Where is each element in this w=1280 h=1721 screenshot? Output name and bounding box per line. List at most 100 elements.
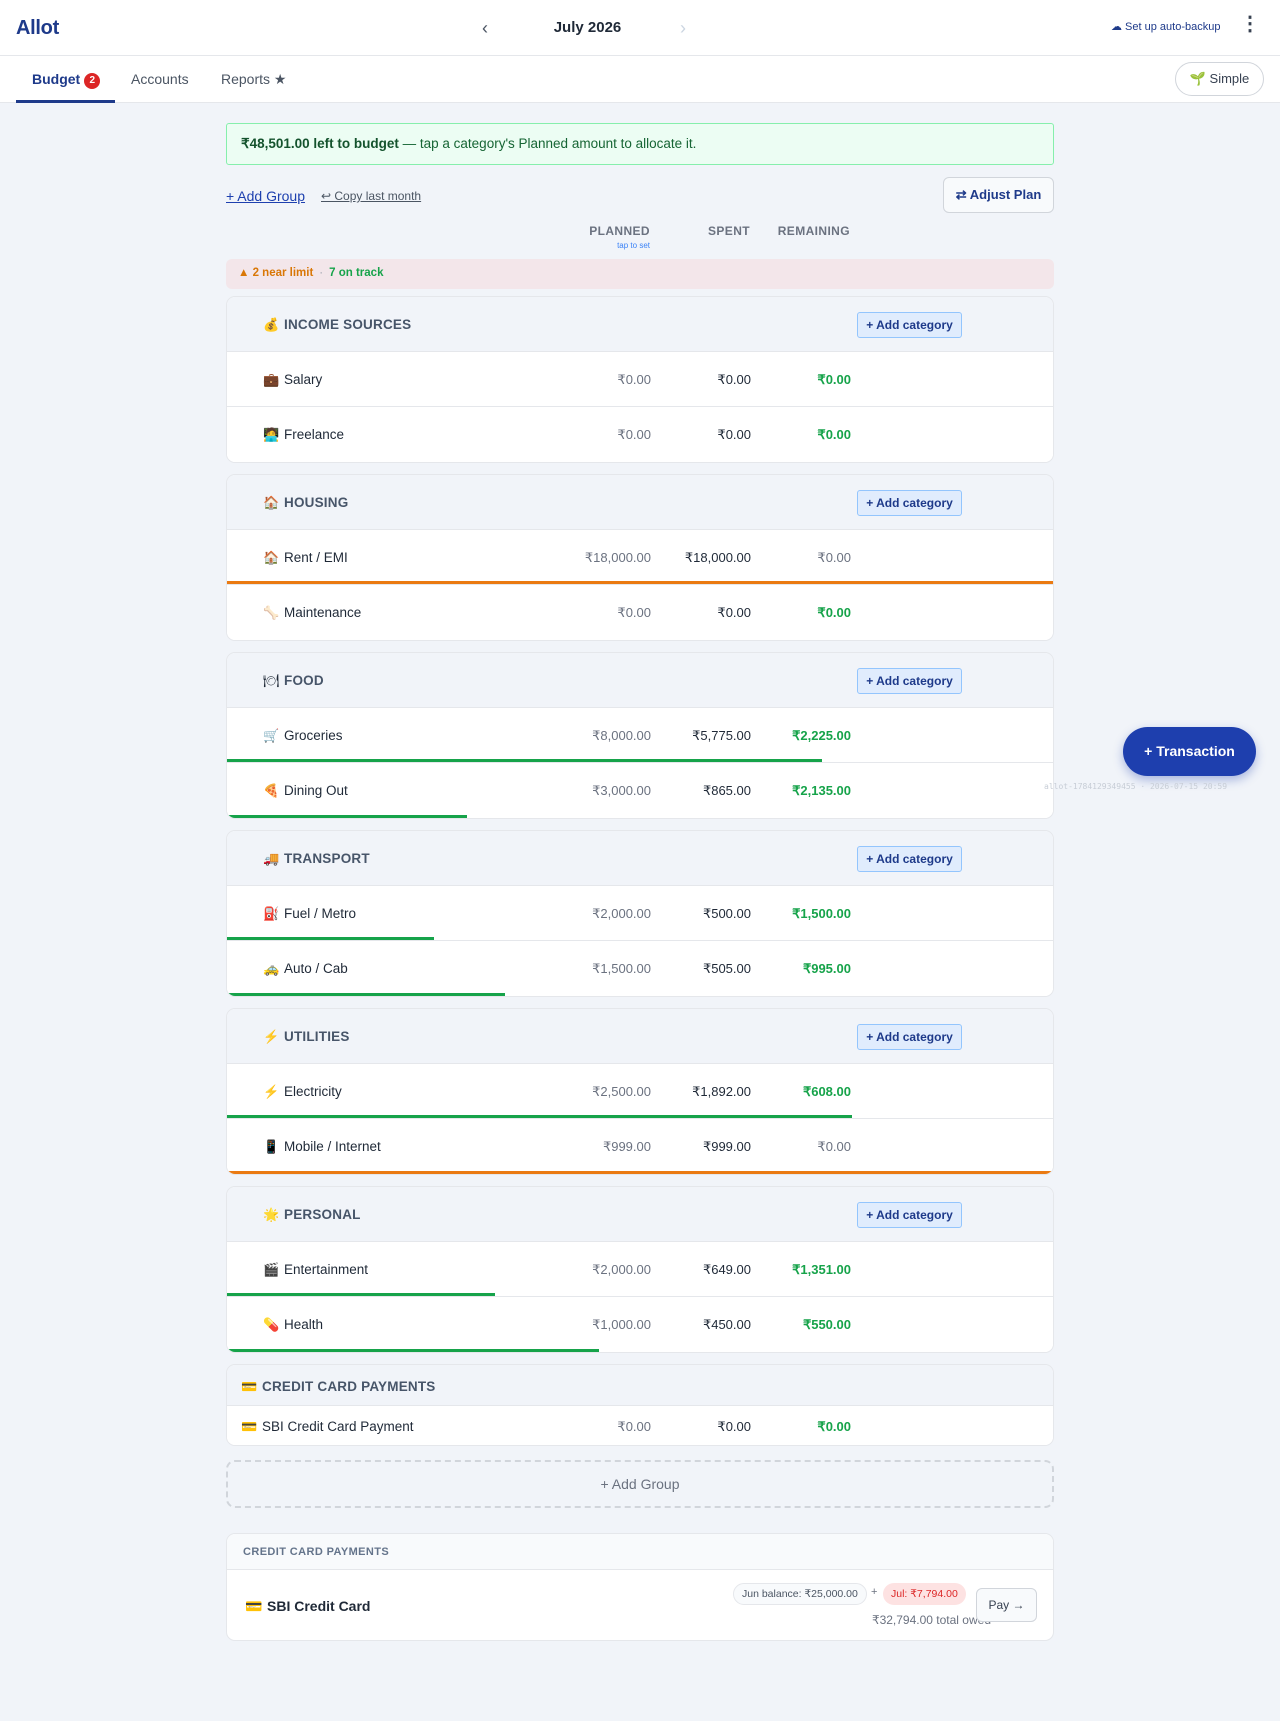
add-category-button[interactable]: + Add category [857, 668, 962, 694]
add-category-button[interactable]: + Add category [857, 490, 962, 516]
category-name: Freelance [284, 427, 345, 442]
planned-amount[interactable]: ₹2,500.00 [551, 1084, 651, 1100]
planned-amount[interactable]: ₹1,500.00 [551, 961, 651, 977]
budget-alert-badge: 2 [84, 73, 101, 89]
credit-card-name: SBI Credit Card [267, 1598, 371, 1614]
on-track-count[interactable]: 7 on track [329, 267, 383, 279]
copy-last-month-link[interactable]: ↩ Copy last month [321, 189, 421, 203]
category-row-entertainment[interactable]: 🎬 Entertainment ₹2,000.00 ₹649.00 ₹1,351.00 [227, 1242, 1053, 1297]
remaining-amount: ₹0.00 [817, 1419, 851, 1434]
pay-card-button[interactable]: Pay → [976, 1588, 1037, 1622]
group-housing: 🏠 HOUSING + Add category 🏠 Rent / EMI ₹18,000… [226, 474, 1054, 641]
group-name: FOOD [284, 673, 324, 688]
spent-amount: ₹649.00 [702, 1262, 751, 1277]
planned-amount[interactable]: ₹2,000.00 [551, 1262, 651, 1278]
plus-sign: + [871, 1586, 878, 1598]
category-row-dining-out[interactable]: 🍕 Dining Out ₹3,000.00 ₹865.00 ₹2,135.00 [227, 763, 1053, 818]
category-icon: 💼 [263, 372, 280, 387]
add-category-button[interactable]: + Add category [857, 1024, 962, 1050]
previous-balance-pill: Jun balance: ₹25,000.00 [733, 1583, 867, 1605]
credit-card-icon: 💳 [245, 1598, 263, 1614]
group-header: 🍽 FOOD + Add category [227, 653, 1053, 708]
spent-amount: ₹505.00 [702, 961, 751, 976]
tab-reports[interactable]: Reports ★ [221, 71, 286, 88]
planned-amount[interactable]: ₹0.00 [551, 1419, 651, 1435]
category-progress-bar [227, 1293, 496, 1296]
spent-amount: ₹0.00 [717, 605, 751, 620]
remaining-amount: ₹1,500.00 [792, 906, 851, 921]
category-row-mobile-internet[interactable]: 📱 Mobile / Internet ₹999.00 ₹999.00 ₹0.00 [227, 1119, 1053, 1174]
group-header: 🚚 TRANSPORT + Add category [227, 831, 1053, 886]
previous-month-button[interactable]: ‹ [482, 18, 488, 39]
group-credit-card-payments: 💳 CREDIT CARD PAYMENTS 💳 SBI Credit Card… [226, 1364, 1054, 1446]
tab-budget[interactable]: Budget 2 [32, 71, 101, 89]
group-food: 🍽 FOOD + Add category 🛒 Groceries ₹8,000.00 ₹5… [226, 652, 1054, 819]
spent-amount: ₹0.00 [717, 427, 751, 442]
group-income-sources: 💰 INCOME SOURCES + Add category 💼 Salary ₹0.0… [226, 296, 1054, 463]
group-name: HOUSING [284, 495, 349, 510]
group-header: 💰 INCOME SOURCES + Add category [227, 297, 1053, 352]
category-progress-bar [227, 1171, 1053, 1174]
category-name: Entertainment [284, 1262, 369, 1277]
planned-amount[interactable]: ₹8,000.00 [551, 728, 651, 744]
category-icon: 🎬 [263, 1262, 280, 1277]
category-icon: ⚡ [263, 1084, 280, 1099]
category-name: Electricity [284, 1084, 342, 1099]
spent-amount: ₹0.00 [717, 372, 751, 387]
group-personal: 🌟 PERSONAL + Add category 🎬 Entertainment ₹2,… [226, 1186, 1054, 1353]
category-icon: 🦴 [263, 605, 280, 620]
category-progress-bar [227, 1349, 599, 1352]
category-row-sbi-credit-card-payment[interactable]: 💳 SBI Credit Card Payment ₹0.00 ₹0.00 ₹0… [227, 1406, 1053, 1445]
planned-amount[interactable]: ₹0.00 [551, 427, 651, 443]
planned-amount[interactable]: ₹18,000.00 [551, 550, 651, 566]
category-row-freelance[interactable]: 🧑‍💻 Freelance ₹0.00 ₹0.00 ₹0.00 [227, 407, 1053, 462]
next-month-button[interactable]: › [680, 18, 686, 39]
top-bar: Allot ‹ July 2026 › ☁ Set up auto-backup… [0, 0, 1280, 56]
add-group-link[interactable]: + Add Group [226, 188, 305, 204]
more-menu-icon[interactable]: ⋮ [1240, 14, 1260, 34]
auto-backup-link[interactable]: ☁ Set up auto-backup [1111, 20, 1220, 33]
category-name: Dining Out [284, 783, 348, 798]
spent-amount: ₹500.00 [702, 906, 751, 921]
category-row-auto-cab[interactable]: 🚕 Auto / Cab ₹1,500.00 ₹505.00 ₹995.00 [227, 941, 1053, 996]
add-category-button[interactable]: + Add category [857, 846, 962, 872]
category-name: Auto / Cab [284, 961, 348, 976]
category-row-groceries[interactable]: 🛒 Groceries ₹8,000.00 ₹5,775.00 ₹2,225.00 [227, 708, 1053, 763]
total-owed: ₹32,794.00 total owed [871, 1613, 991, 1627]
category-progress-bar [227, 1115, 853, 1118]
category-row-maintenance[interactable]: 🦴 Maintenance ₹0.00 ₹0.00 ₹0.00 [227, 585, 1053, 640]
tab-accounts[interactable]: Accounts [131, 71, 189, 87]
add-category-button[interactable]: + Add category [857, 312, 962, 338]
planned-amount[interactable]: ₹1,000.00 [551, 1317, 651, 1333]
add-category-button[interactable]: + Add category [857, 1202, 962, 1228]
remaining-amount: ₹0.00 [817, 1139, 851, 1154]
app-logo[interactable]: Allot [16, 17, 59, 40]
add-group-button[interactable]: + Add Group [226, 1460, 1054, 1508]
add-transaction-button[interactable]: + Transaction [1123, 727, 1256, 776]
category-row-health[interactable]: 💊 Health ₹1,000.00 ₹450.00 ₹550.00 [227, 1297, 1053, 1352]
remaining-amount: ₹550.00 [802, 1317, 851, 1332]
group-icon: 🍽 [263, 673, 280, 688]
planned-amount[interactable]: ₹2,000.00 [551, 906, 651, 922]
near-limit-count[interactable]: ▲ 2 near limit [238, 267, 313, 279]
spent-amount: ₹865.00 [702, 783, 751, 798]
category-row-rent-emi[interactable]: 🏠 Rent / EMI ₹18,000.00 ₹18,000.00 ₹0.00 [227, 530, 1053, 585]
category-icon: ⛽ [263, 906, 280, 921]
remaining-amount: ₹0.00 [817, 427, 851, 442]
tab-bar: Budget 2 Accounts Reports ★ 🌱 Simple [0, 56, 1280, 103]
category-icon: 🛒 [263, 728, 280, 743]
simple-mode-toggle[interactable]: 🌱 Simple [1175, 62, 1264, 96]
remaining-amount: ₹2,135.00 [792, 783, 851, 798]
planned-amount[interactable]: ₹3,000.00 [551, 783, 651, 799]
planned-amount[interactable]: ₹0.00 [551, 605, 651, 621]
category-name: Maintenance [284, 605, 362, 620]
category-row-salary[interactable]: 💼 Salary ₹0.00 ₹0.00 ₹0.00 [227, 352, 1053, 407]
planned-tap-hint: tap to set [617, 241, 650, 250]
group-transport: 🚚 TRANSPORT + Add category ⛽ Fuel / Metro ₹2,… [226, 830, 1054, 997]
planned-amount[interactable]: ₹999.00 [551, 1139, 651, 1155]
adjust-plan-button[interactable]: ⇄ Adjust Plan [943, 177, 1054, 213]
planned-amount[interactable]: ₹0.00 [551, 372, 651, 388]
category-row-electricity[interactable]: ⚡ Electricity ₹2,500.00 ₹1,892.00 ₹608.00 [227, 1064, 1053, 1119]
category-icon: 📱 [263, 1139, 280, 1154]
category-row-fuel-metro[interactable]: ⛽ Fuel / Metro ₹2,000.00 ₹500.00 ₹1,500.00 [227, 886, 1053, 941]
